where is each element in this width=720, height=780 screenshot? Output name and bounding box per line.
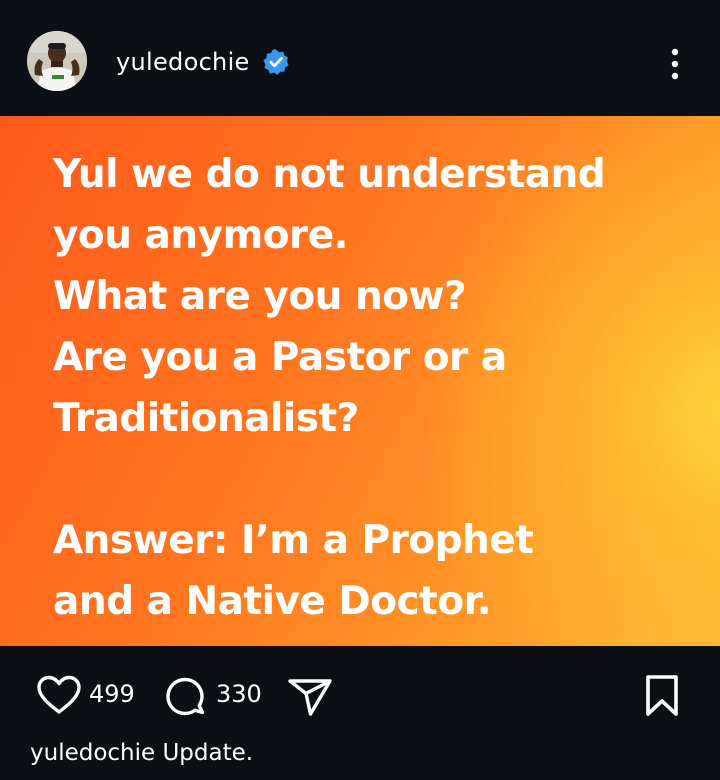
post-image[interactable]: Yul we do not understand you anymore. Wh…	[0, 116, 720, 646]
post-header: yuledochie	[0, 0, 720, 116]
like-count[interactable]: 499	[89, 680, 135, 708]
post-actions: 499 330 yuledochie Update.	[0, 646, 720, 780]
more-options-icon[interactable]	[660, 46, 690, 82]
caption: yuledochie Update.	[30, 740, 254, 766]
verified-badge-icon	[262, 48, 290, 76]
comment-icon[interactable]	[162, 674, 208, 720]
post-text: Yul we do not understand you anymore. Wh…	[53, 152, 606, 624]
heart-icon[interactable]	[35, 674, 83, 716]
share-icon[interactable]	[286, 675, 334, 719]
comment-count[interactable]: 330	[216, 680, 262, 708]
avatar[interactable]	[27, 31, 87, 91]
bookmark-icon[interactable]	[643, 673, 681, 719]
username[interactable]: yuledochie	[116, 48, 250, 76]
